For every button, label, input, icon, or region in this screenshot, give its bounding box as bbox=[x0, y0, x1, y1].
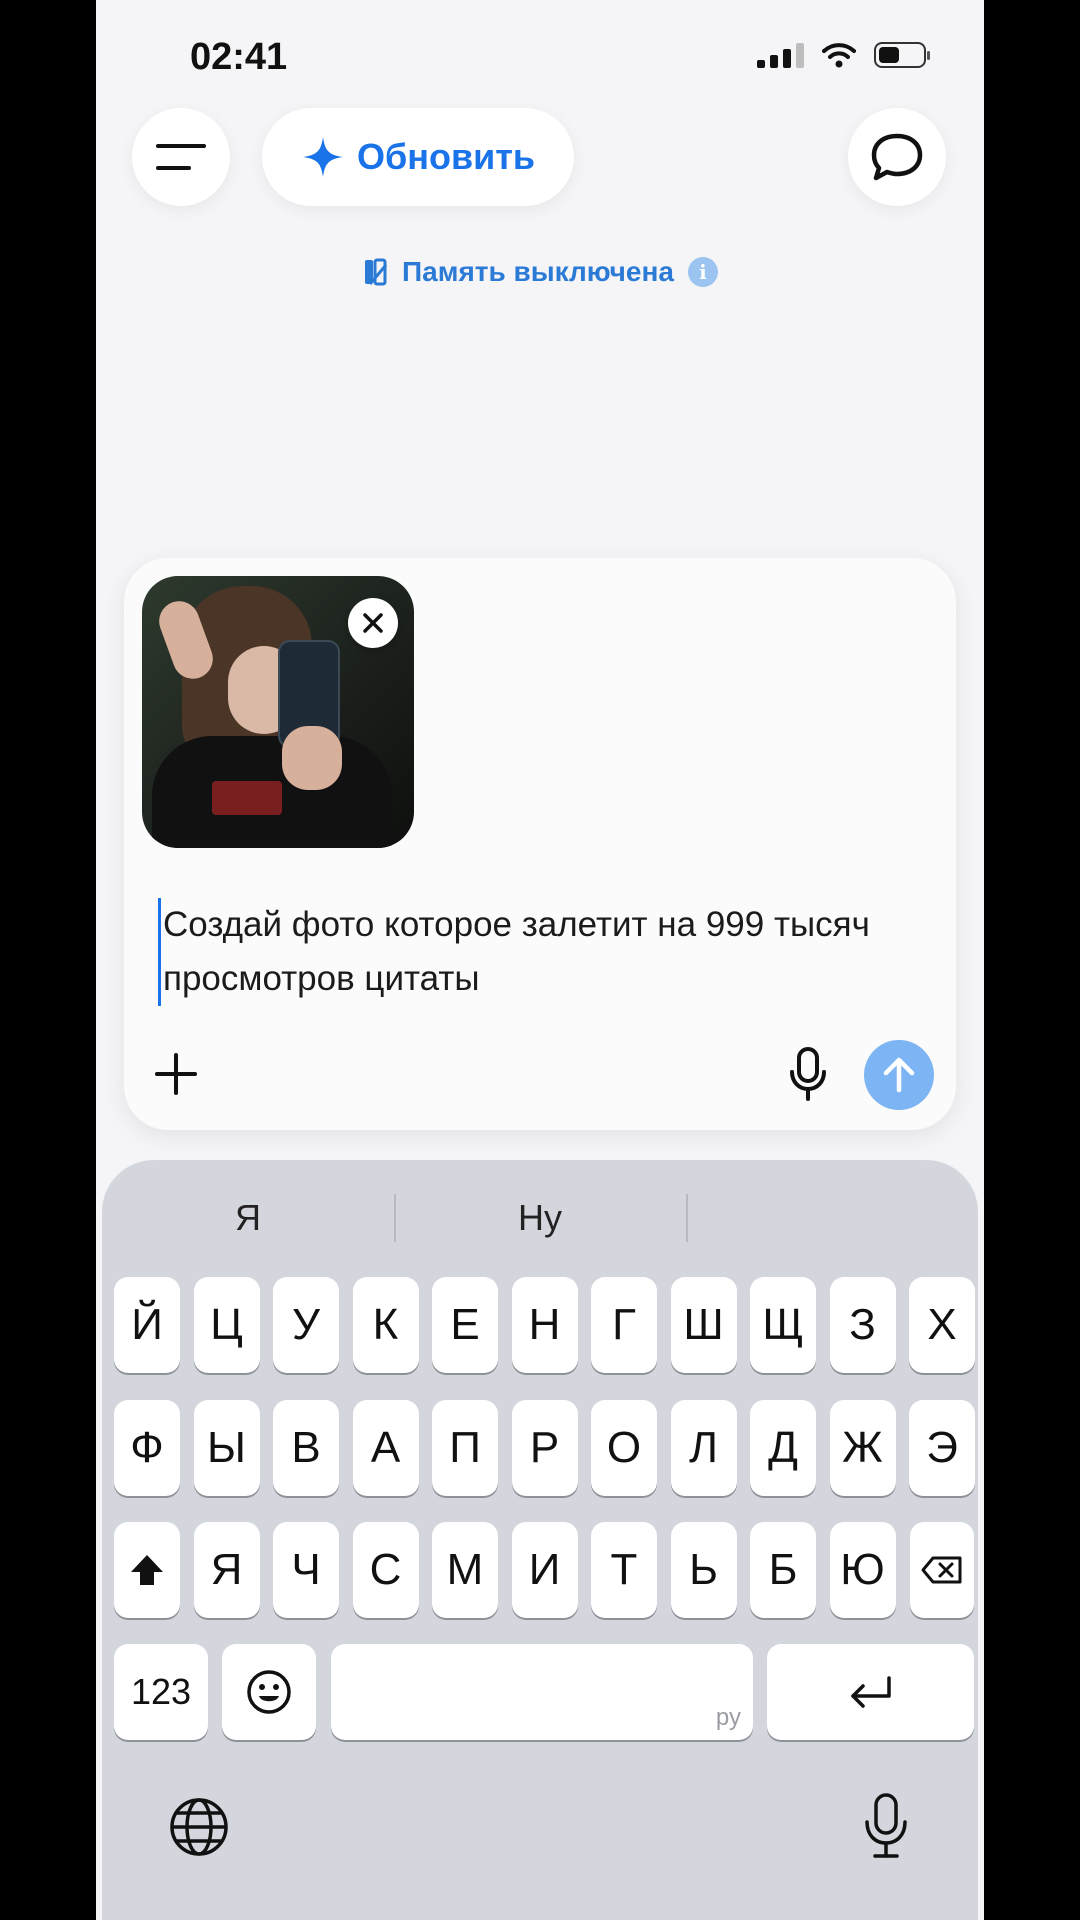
globe-button[interactable] bbox=[164, 1792, 234, 1862]
key-Ф[interactable]: Ф bbox=[114, 1400, 180, 1496]
key-Щ[interactable]: Щ bbox=[750, 1277, 816, 1373]
key-З[interactable]: З bbox=[829, 1277, 896, 1373]
message-composer: Создай фото которое залетит на 999 тысяч… bbox=[124, 558, 956, 1130]
upgrade-label: Обновить bbox=[357, 136, 535, 177]
shift-icon bbox=[131, 1555, 163, 1585]
attached-photo[interactable] bbox=[142, 576, 414, 848]
key-П[interactable]: П bbox=[432, 1400, 498, 1496]
dictation-button[interactable] bbox=[858, 1790, 914, 1862]
memory-status[interactable]: Память выключена i bbox=[96, 256, 984, 288]
key-И[interactable]: И bbox=[511, 1522, 578, 1618]
key-Ь[interactable]: Ь bbox=[670, 1522, 737, 1618]
memory-off-icon bbox=[365, 258, 388, 286]
numbers-key[interactable]: 123 bbox=[114, 1644, 208, 1740]
close-icon bbox=[363, 613, 383, 633]
key-Д[interactable]: Д bbox=[750, 1400, 816, 1496]
status-time: 02:41 bbox=[190, 36, 288, 78]
keyboard: Я Ну ЙЦУКЕНГШЩЗХ ФЫВАПРОЛДЖЭ ЯЧСМИТЬБЮ 1… bbox=[102, 1160, 978, 1920]
microphone-icon bbox=[865, 1793, 907, 1858]
key-Ш[interactable]: Ш bbox=[670, 1277, 737, 1373]
signal-icon bbox=[757, 42, 804, 68]
plus-icon bbox=[155, 1053, 197, 1095]
remove-attachment-button[interactable] bbox=[348, 598, 398, 648]
backspace-icon bbox=[921, 1556, 962, 1584]
voice-input-button[interactable] bbox=[780, 1044, 836, 1104]
key-Г[interactable]: Г bbox=[591, 1277, 657, 1373]
wifi-icon bbox=[822, 43, 856, 68]
key-В[interactable]: В bbox=[273, 1400, 339, 1496]
key-Ч[interactable]: Ч bbox=[273, 1522, 339, 1618]
key-Я[interactable]: Я bbox=[193, 1522, 260, 1618]
suggestion-bar: Я Ну bbox=[102, 1186, 978, 1250]
suggestion-item[interactable]: Ну bbox=[394, 1186, 686, 1250]
key-У[interactable]: У bbox=[273, 1277, 339, 1373]
key-Р[interactable]: Р bbox=[511, 1400, 578, 1496]
suggestion-item[interactable]: Я bbox=[102, 1186, 394, 1250]
space-key[interactable]: ру bbox=[331, 1644, 753, 1740]
emoji-key[interactable] bbox=[222, 1644, 316, 1740]
keyboard-language-label: ру bbox=[715, 1704, 741, 1731]
key-Ы[interactable]: Ы bbox=[193, 1400, 260, 1496]
key-С[interactable]: С bbox=[352, 1522, 419, 1618]
shift-key[interactable] bbox=[114, 1522, 180, 1618]
key-Э[interactable]: Э bbox=[909, 1400, 975, 1496]
suggestion-item[interactable] bbox=[686, 1186, 978, 1250]
prompt-input[interactable]: Создай фото которое залетит на 999 тысяч… bbox=[158, 898, 903, 1006]
key-К[interactable]: К bbox=[352, 1277, 419, 1373]
battery-icon bbox=[874, 42, 930, 68]
send-button[interactable] bbox=[864, 1040, 934, 1110]
key-Х[interactable]: Х bbox=[909, 1277, 975, 1373]
return-key[interactable] bbox=[767, 1644, 974, 1740]
key-Ц[interactable]: Ц bbox=[193, 1277, 260, 1373]
key-Н[interactable]: Н bbox=[511, 1277, 578, 1373]
key-Ж[interactable]: Ж bbox=[829, 1400, 896, 1496]
key-А[interactable]: А bbox=[352, 1400, 419, 1496]
memory-status-label: Память выключена bbox=[402, 256, 674, 287]
menu-button[interactable] bbox=[132, 108, 230, 206]
key-Б[interactable]: Б bbox=[750, 1522, 816, 1618]
phone-screen: 02:41 Обновить Память выключена i Создай… bbox=[96, 0, 984, 1920]
globe-icon bbox=[170, 1798, 228, 1856]
status-icons bbox=[757, 42, 930, 68]
arrow-up-icon bbox=[883, 1057, 915, 1093]
key-Л[interactable]: Л bbox=[670, 1400, 737, 1496]
new-chat-button[interactable] bbox=[848, 108, 946, 206]
key-Е[interactable]: Е bbox=[432, 1277, 498, 1373]
emoji-icon bbox=[247, 1670, 291, 1714]
upgrade-button[interactable]: Обновить bbox=[262, 108, 574, 206]
sparkle-icon bbox=[303, 137, 343, 177]
key-Й[interactable]: Й bbox=[114, 1277, 180, 1373]
key-Т[interactable]: Т bbox=[591, 1522, 657, 1618]
add-attachment-button[interactable] bbox=[150, 1048, 202, 1100]
key-Ю[interactable]: Ю bbox=[829, 1522, 896, 1618]
return-icon bbox=[850, 1676, 891, 1708]
key-О[interactable]: О bbox=[591, 1400, 657, 1496]
info-icon[interactable]: i bbox=[687, 257, 718, 287]
chat-icon bbox=[871, 133, 923, 181]
key-М[interactable]: М bbox=[432, 1522, 498, 1618]
microphone-icon bbox=[790, 1047, 826, 1101]
backspace-key[interactable] bbox=[910, 1522, 974, 1618]
menu-icon bbox=[156, 144, 206, 170]
